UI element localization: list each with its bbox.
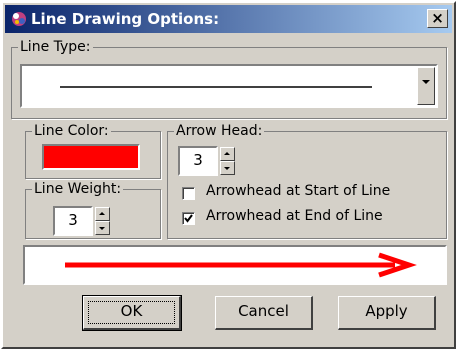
line-color-label: Line Color: — [32, 122, 111, 140]
focus-indicator — [88, 301, 175, 324]
line-preview — [23, 245, 447, 285]
cancel-button[interactable]: Cancel — [215, 296, 313, 330]
line-weight-label: Line Weight: — [32, 180, 124, 198]
line-drawing-options-dialog: Line Drawing Options: × Line Type: Line … — [1, 1, 456, 349]
arrow-head-size-input[interactable]: 3 — [178, 146, 218, 176]
arrowhead-start-label[interactable]: Arrowhead at Start of Line — [206, 183, 390, 199]
ok-button[interactable]: OK — [82, 295, 182, 331]
line-type-dropdown-button[interactable] — [417, 67, 435, 105]
cancel-button-label: Cancel — [238, 302, 289, 320]
line-type-solid-sample — [60, 86, 372, 88]
arrowhead-end-label[interactable]: Arrowhead at End of Line — [206, 208, 383, 224]
arrow-up-icon — [99, 212, 105, 215]
close-button[interactable]: × — [427, 9, 448, 28]
line-weight-input[interactable]: 3 — [53, 206, 93, 236]
arrow-head-down-button[interactable] — [220, 161, 235, 175]
arrow-head-label: Arrow Head: — [174, 122, 265, 140]
checkmark-icon — [184, 214, 193, 223]
arrow-head-size-value: 3 — [193, 151, 203, 169]
line-type-group: Line Type: — [11, 38, 447, 119]
apply-button[interactable]: Apply — [338, 296, 436, 330]
close-icon: × — [431, 9, 444, 27]
arrow-down-icon — [224, 167, 230, 170]
arrowhead-start-checkbox[interactable] — [182, 187, 195, 200]
arrow-down-icon — [99, 227, 105, 230]
arrow-up-icon — [224, 152, 230, 155]
arrowhead-end-checkbox[interactable] — [182, 212, 195, 225]
apply-button-label: Apply — [365, 302, 408, 320]
line-weight-down-button[interactable] — [95, 221, 110, 235]
line-weight-group: Line Weight: 3 — [25, 180, 161, 239]
dialog-title: Line Drawing Options: — [31, 10, 220, 28]
line-type-dropdown[interactable] — [20, 64, 438, 108]
preview-arrow — [65, 252, 417, 278]
arrow-head-size-spinner[interactable] — [220, 147, 235, 175]
line-weight-value: 3 — [68, 211, 78, 229]
line-weight-spinner[interactable] — [95, 207, 110, 235]
line-type-label: Line Type: — [18, 38, 93, 56]
arrow-head-up-button[interactable] — [220, 147, 235, 161]
line-color-group: Line Color: — [25, 122, 161, 179]
line-color-swatch[interactable] — [42, 144, 140, 170]
arrow-head-group: Arrow Head: 3 Arrowhead at Start of Line… — [167, 122, 447, 239]
line-weight-up-button[interactable] — [95, 207, 110, 221]
title-bar: Line Drawing Options: × — [5, 5, 452, 33]
chevron-down-icon — [422, 80, 430, 84]
app-icon — [12, 12, 26, 26]
